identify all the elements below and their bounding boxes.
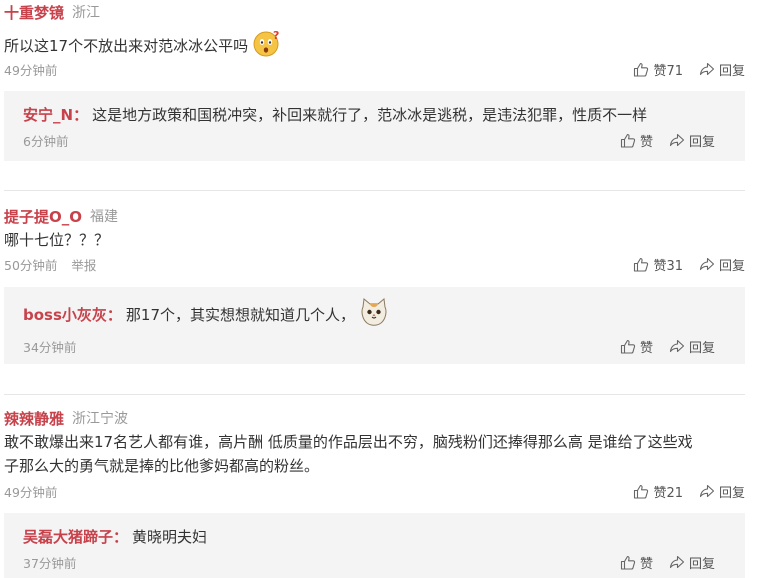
share-arrow-icon: [699, 62, 715, 76]
thumbs-up-icon: [634, 484, 649, 499]
thumbs-up-icon: [620, 339, 636, 354]
reply-username[interactable]: 吴磊大猪蹄子: [23, 526, 113, 547]
like-label: 赞: [639, 556, 653, 572]
comment-text: 敢不敢爆出来17名艺人都有谁，高片酬 低质量的作品层出不穷，脑残粉们还捧得那么高…: [4, 430, 749, 478]
comment-text: 哪十七位？？？: [4, 231, 110, 249]
reply-box: boss小灰灰：那17个，其实想想就知道几个人， 34分钟前 赞 回复: [4, 287, 745, 364]
divider: [4, 394, 745, 395]
comment-text-line: 敢不敢爆出来17名艺人都有谁，高片酬 低质量的作品层出不穷，脑残粉们还捧得那么高…: [4, 433, 693, 451]
reply-actions: 赞 回复: [620, 553, 715, 572]
divider: [4, 190, 745, 191]
reply-actions: 赞 回复: [620, 337, 715, 356]
like-count: 赞21: [653, 485, 683, 501]
comment-header: 辣辣静雅 浙江宁波: [4, 407, 128, 429]
comment-time: 49分钟前: [4, 484, 58, 500]
share-arrow-icon: [699, 484, 715, 498]
comment-time: 49分钟前: [4, 62, 58, 78]
reply-colon: ：: [113, 527, 129, 546]
comment-actions: 赞71 回复: [633, 60, 745, 79]
reply-username[interactable]: 安宁_N: [23, 104, 73, 125]
reply-label: 回复: [688, 134, 715, 150]
share-arrow-icon: [699, 257, 715, 271]
cat-emoji-icon: [359, 297, 389, 331]
reply-label: 回复: [718, 485, 745, 501]
comment-username[interactable]: 辣辣静雅: [4, 408, 64, 429]
reply-colon: ：: [73, 105, 89, 124]
reply-button[interactable]: 回复: [699, 255, 745, 274]
like-button[interactable]: 赞: [620, 337, 653, 356]
reply-text: 黄晓明夫妇: [132, 527, 208, 546]
reply-colon: ：: [106, 305, 122, 324]
thumbs-up-icon: [634, 257, 649, 272]
reply-line: 安宁_N：这是地方政策和国税冲突，补回来就行了，范冰冰是逃税，是违法犯罪，性质不…: [23, 103, 647, 125]
comment-meta: 49分钟前: [4, 60, 57, 78]
reply-button[interactable]: 回复: [669, 131, 715, 150]
thumbs-up-icon: [634, 62, 649, 77]
comment-location: 福建: [90, 209, 119, 225]
reply-time: 34分钟前: [23, 340, 77, 355]
comment-meta: 49分钟前: [4, 482, 57, 500]
reply-button[interactable]: 回复: [669, 337, 715, 356]
svg-text:?: ?: [273, 29, 279, 42]
reply-time: 6分钟前: [23, 134, 69, 149]
comment-username[interactable]: 提子提O_O: [4, 206, 82, 227]
reply-label: 回复: [718, 258, 745, 274]
like-button[interactable]: 赞: [620, 131, 653, 150]
reply-time: 37分钟前: [23, 556, 77, 571]
reply-line: boss小灰灰：那17个，其实想想就知道几个人，: [23, 297, 389, 331]
comment-header: 提子提O_O 福建: [4, 205, 118, 227]
comment-actions: 赞21 回复: [633, 482, 745, 501]
reply-box: 吴磊大猪蹄子：黄晓明夫妇 37分钟前 赞 回复: [4, 513, 745, 578]
comment-time: 50分钟前: [4, 257, 58, 273]
reply-button[interactable]: 回复: [699, 60, 745, 79]
reply-button[interactable]: 回复: [699, 482, 745, 501]
like-count: 赞71: [653, 63, 683, 79]
like-button[interactable]: 赞31: [633, 255, 683, 274]
thumbs-up-icon: [620, 133, 636, 148]
comment-meta: 50分钟前 举报: [4, 255, 96, 273]
reply-username[interactable]: boss小灰灰: [23, 304, 107, 325]
like-count: 赞31: [653, 258, 683, 274]
reply-text: 这是地方政策和国税冲突，补回来就行了，范冰冰是逃税，是违法犯罪，性质不一样: [92, 105, 648, 124]
like-button[interactable]: 赞71: [633, 60, 683, 79]
reply-button[interactable]: 回复: [669, 553, 715, 572]
comment-location: 浙江: [72, 5, 101, 21]
thumbs-up-icon: [620, 555, 636, 570]
comment-header: 十重梦镜 浙江: [4, 1, 100, 23]
comment-actions: 赞31 回复: [633, 255, 745, 274]
like-button[interactable]: 赞21: [633, 482, 683, 501]
reply-label: 回复: [718, 63, 745, 79]
reply-box: 安宁_N：这是地方政策和国税冲突，补回来就行了，范冰冰是逃税，是违法犯罪，性质不…: [4, 91, 745, 161]
reply-label: 回复: [688, 556, 715, 572]
reply-actions: 赞 回复: [620, 131, 715, 150]
reply-text: 那17个，其实想想就知道几个人，: [125, 305, 356, 324]
like-label: 赞: [639, 340, 653, 356]
comment-location: 浙江宁波: [72, 411, 129, 427]
surprised-emoji-icon: ?: [252, 29, 282, 64]
comment-username[interactable]: 十重梦镜: [4, 2, 64, 23]
share-arrow-icon: [669, 133, 685, 147]
reply-line: 吴磊大猪蹄子：黄晓明夫妇: [23, 525, 207, 547]
share-arrow-icon: [669, 555, 685, 569]
share-arrow-icon: [669, 339, 685, 353]
reply-label: 回复: [688, 340, 715, 356]
like-button[interactable]: 赞: [620, 553, 653, 572]
like-label: 赞: [639, 134, 653, 150]
comment-text-line: 子那么大的勇气就是捧的比他爹妈都高的粉丝。: [4, 457, 320, 475]
report-link[interactable]: 举报: [71, 255, 96, 274]
